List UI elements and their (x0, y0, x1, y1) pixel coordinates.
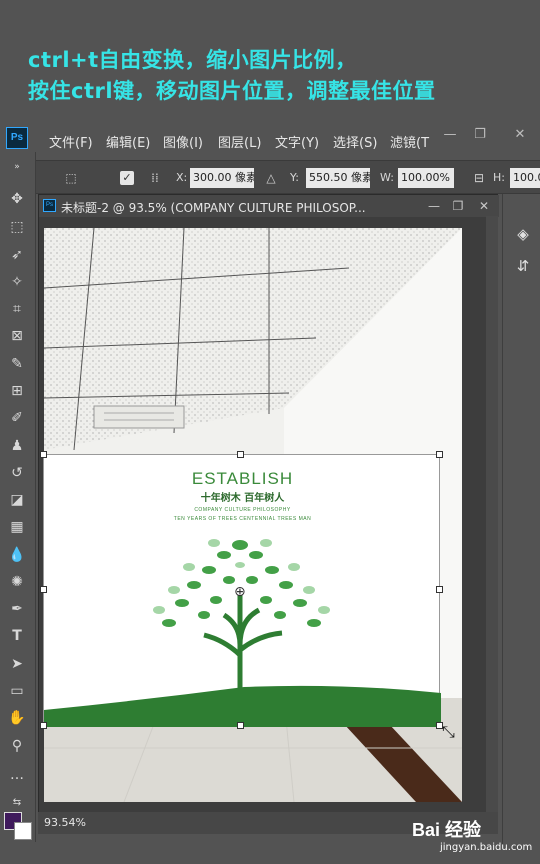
zoom-level[interactable]: 93.54% (44, 816, 86, 829)
restore-button[interactable]: ❐ (470, 127, 490, 143)
watermark-url: jingyan.baidu.com (440, 842, 533, 853)
document-ps-icon: Ps (43, 199, 56, 212)
x-label: X: (176, 171, 188, 184)
menu-type[interactable]: 文字(Y) (275, 132, 319, 151)
w-label: W: (380, 171, 394, 184)
sponge-icon[interactable]: ✺ (6, 571, 28, 593)
path-selection-icon[interactable]: ➤ (6, 653, 28, 675)
toolbar-collapse-icon[interactable]: » (6, 156, 28, 178)
relative-position-icon[interactable]: △ (262, 169, 280, 187)
baidu-watermark: Bai 经验 (412, 820, 482, 840)
transform-icon[interactable]: ⬚ (62, 169, 80, 187)
reference-point-icon[interactable]: ⁞⁞ (146, 169, 164, 187)
options-bar: » ⬚ ✓ ⁞⁞ X: 300.00 像素 △ Y: 550.50 像素 W: … (0, 160, 540, 194)
link-icon[interactable]: ⊟ (470, 169, 488, 187)
h-field[interactable]: 100.0 (510, 168, 540, 188)
menu-edit[interactable]: 编辑(E) (106, 132, 150, 151)
magic-wand-icon[interactable]: ✧ (6, 271, 28, 293)
menu-image[interactable]: 图像(I) (163, 132, 203, 151)
transform-handle-left[interactable] (40, 586, 47, 593)
transform-handle-top-right[interactable] (436, 451, 443, 458)
transform-center-icon[interactable]: ⊕ (234, 584, 246, 600)
menu-select[interactable]: 选择(S) (333, 132, 377, 151)
brush-icon[interactable]: ✐ (6, 407, 28, 429)
w-field[interactable]: 100.00% (398, 168, 454, 188)
pen-icon[interactable]: ✒ (6, 598, 28, 620)
history-brush-icon[interactable]: ↺ (6, 462, 28, 484)
resize-cursor-icon: ⤡ (442, 722, 455, 741)
layers-icon[interactable]: ◈ (513, 224, 533, 244)
doc-restore-button[interactable]: ❐ (449, 197, 467, 215)
reference-point-checkbox[interactable]: ✓ (120, 171, 134, 185)
tools-panel: » ✥ ⬚ ➶ ✧ ⌗ ⊠ ✎ ⊞ ✐ ♟ ↺ ◪ ▦ 💧 ✺ ✒ T ➤ ▭ … (0, 152, 36, 842)
menu-bar: Ps 文件(F) 编辑(E) 图像(I) 图层(L) 文字(Y) 选择(S) 滤… (0, 122, 540, 160)
transform-handle-right[interactable] (436, 586, 443, 593)
crop-icon[interactable]: ⌗ (6, 298, 28, 320)
doc-close-button[interactable]: ✕ (475, 197, 493, 215)
swap-colors-icon[interactable]: ⇆ (6, 792, 28, 814)
frame-icon[interactable]: ⊠ (6, 325, 28, 347)
lasso-icon[interactable]: ➶ (6, 244, 28, 266)
hand-icon[interactable]: ✋ (6, 707, 28, 729)
caption-line-1: ctrl+t自由变换，缩小图片比例， (28, 48, 357, 72)
vertical-scrollbar[interactable] (486, 216, 498, 818)
rectangle-icon[interactable]: ▭ (6, 680, 28, 702)
minimize-button[interactable]: — (440, 127, 460, 143)
eraser-icon[interactable]: ◪ (6, 489, 28, 511)
gradient-icon[interactable]: ▦ (6, 516, 28, 538)
close-button[interactable]: ✕ (510, 127, 530, 143)
x-field[interactable]: 300.00 像素 (190, 168, 254, 188)
marquee-icon[interactable]: ⬚ (6, 216, 28, 238)
blur-icon[interactable]: 💧 (6, 544, 28, 566)
menu-filter[interactable]: 滤镜(T (390, 132, 429, 151)
doc-minimize-button[interactable]: — (425, 197, 443, 215)
move-icon[interactable]: ✥ (6, 188, 28, 210)
zoom-icon[interactable]: ⚲ (6, 735, 28, 757)
transform-handle-bottom[interactable] (237, 722, 244, 729)
right-panel: ◈ ⇵ (502, 194, 540, 844)
document-title: 未标题-2 @ 93.5% (COMPANY CULTURE PHILOSOP.… (61, 201, 366, 215)
history-icon[interactable]: ⇵ (513, 256, 533, 276)
background-color-swatch[interactable] (14, 822, 32, 840)
y-label: Y: (290, 171, 299, 184)
type-icon[interactable]: T (6, 625, 28, 647)
more-icon[interactable]: … (6, 764, 28, 786)
menu-layer[interactable]: 图层(L) (218, 132, 261, 151)
transform-handle-bottom-left[interactable] (40, 722, 47, 729)
caption-line-2: 按住ctrl键，移动图片位置，调整最佳位置 (28, 79, 436, 103)
clone-stamp-icon[interactable]: ♟ (6, 435, 28, 457)
h-label: H: (493, 171, 505, 184)
photoshop-logo: Ps (6, 127, 28, 149)
healing-brush-icon[interactable]: ⊞ (6, 380, 28, 402)
tutorial-caption: ctrl+t自由变换，缩小图片比例， 按住ctrl键，移动图片位置，调整最佳位置 (0, 0, 540, 120)
menu-file[interactable]: 文件(F) (49, 132, 93, 151)
transform-handle-top-left[interactable] (40, 451, 47, 458)
transform-handle-top[interactable] (237, 451, 244, 458)
eyedropper-icon[interactable]: ✎ (6, 353, 28, 375)
y-field[interactable]: 550.50 像素 (306, 168, 370, 188)
document-tab[interactable]: Ps 未标题-2 @ 93.5% (COMPANY CULTURE PHILOS… (39, 195, 499, 217)
